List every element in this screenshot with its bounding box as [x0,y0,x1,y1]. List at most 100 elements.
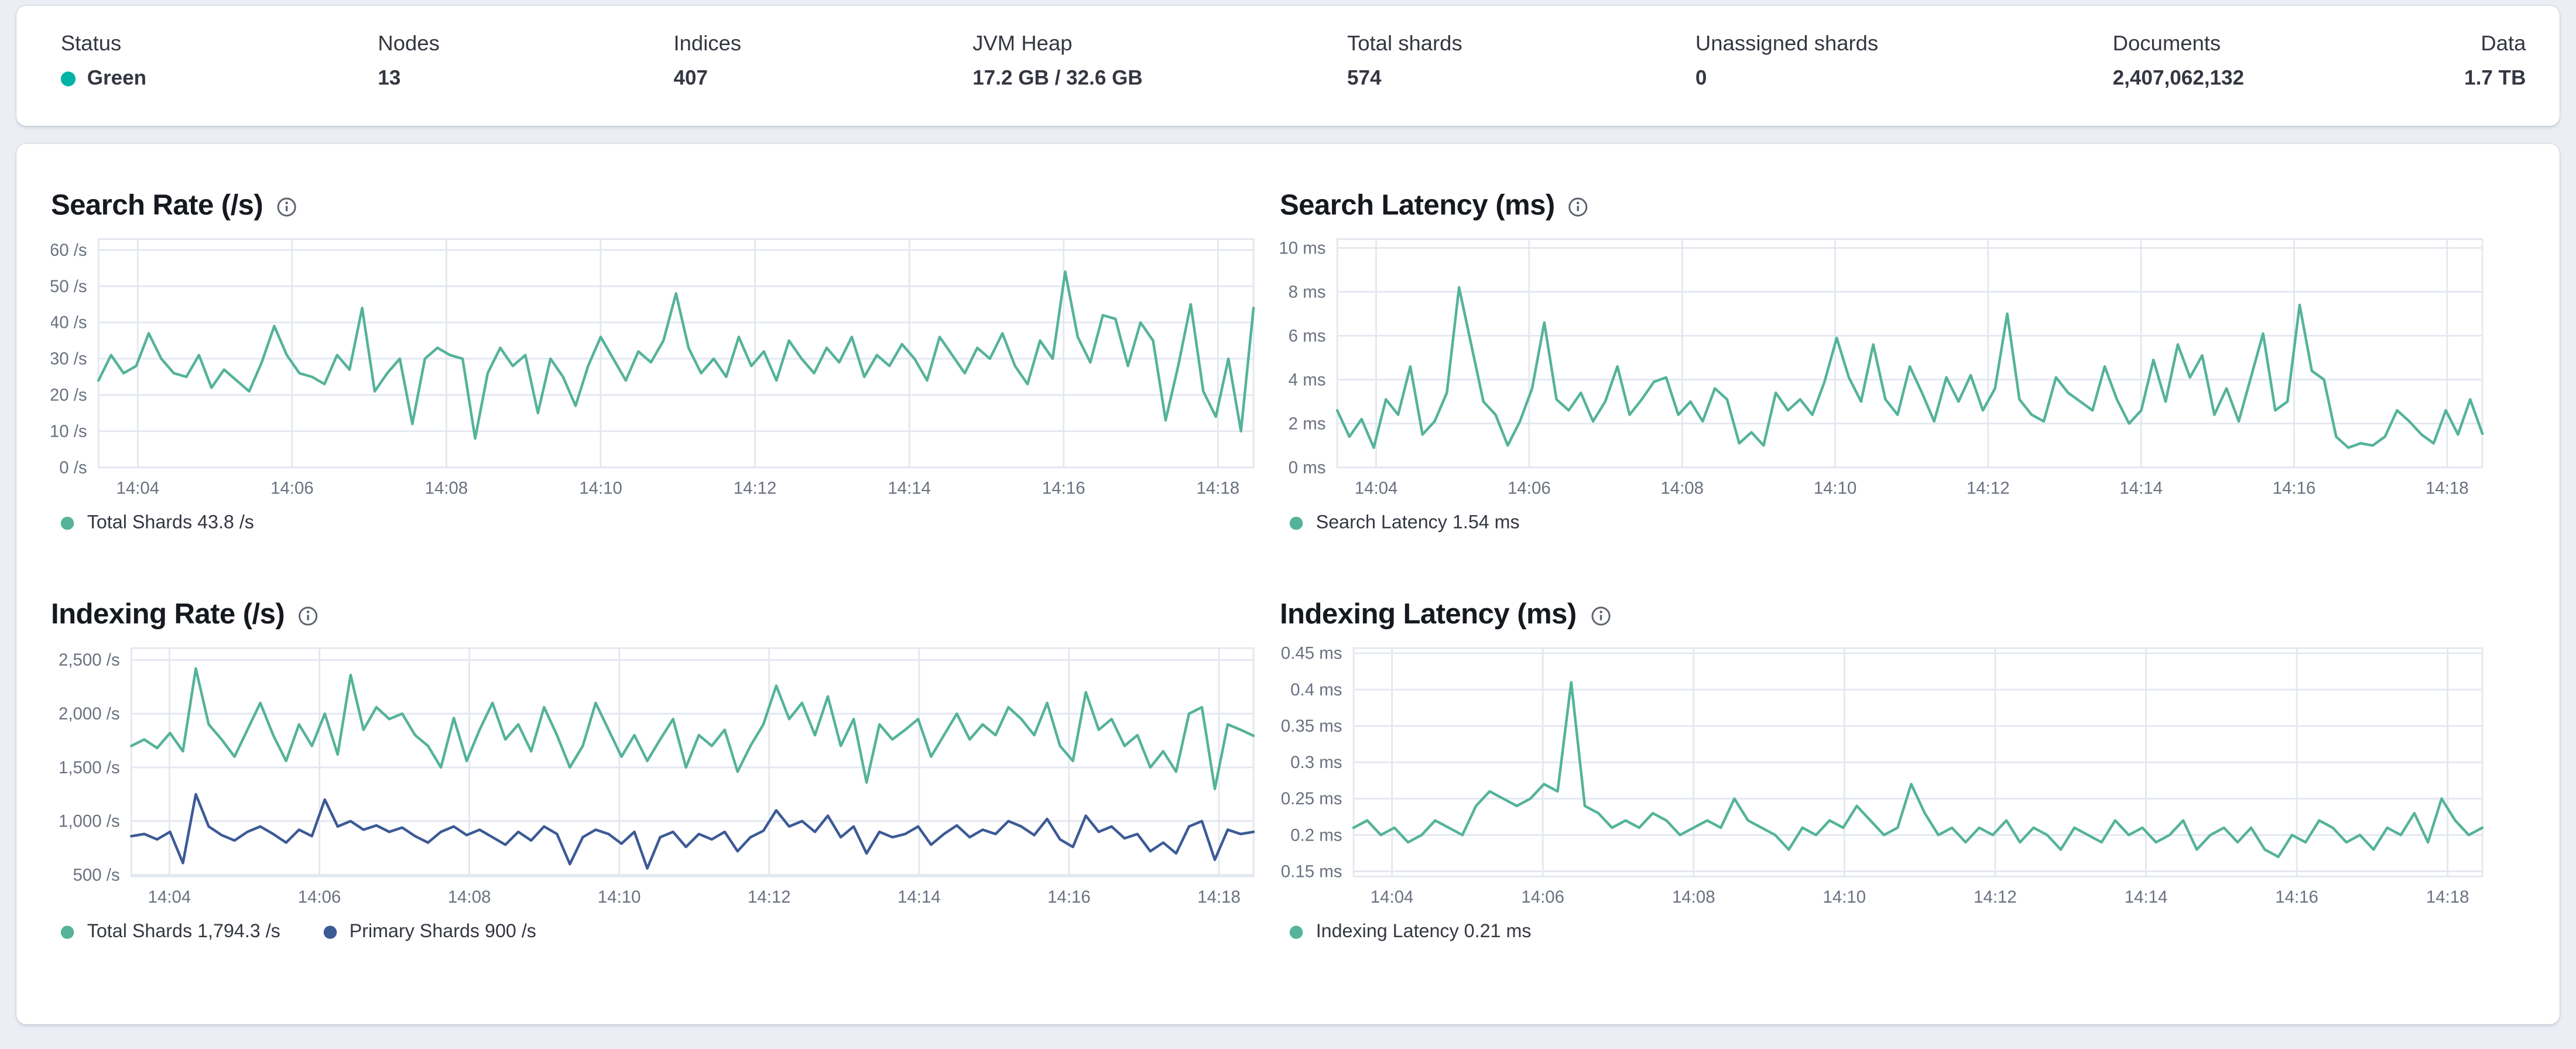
info-icon[interactable] [1568,196,1589,217]
svg-text:14:04: 14:04 [148,887,191,907]
svg-text:14:18: 14:18 [1197,478,1240,498]
metric-value: 2,407,062,132 [2112,66,2245,90]
svg-text:60 /s: 60 /s [51,241,87,260]
legend-dot [1289,516,1303,530]
metric-data: Data 1.7 TB [2464,30,2526,126]
svg-text:14:16: 14:16 [2275,887,2318,907]
svg-text:14:04: 14:04 [1355,478,1398,498]
info-icon[interactable] [1590,605,1611,626]
svg-text:14:06: 14:06 [298,887,341,907]
legend-label: Total Shards 43.8 /s [87,513,254,533]
metric-value: 407 [673,66,708,90]
metric-label: Total shards [1347,30,1462,56]
svg-text:30 /s: 30 /s [51,349,87,369]
metric-value: 574 [1347,66,1382,90]
indexing-latency-plot[interactable]: 0.45 ms 0.4 ms 0.35 ms 0.3 ms 0.25 ms 0.2 ms 0… [1280,640,2489,916]
search-rate-plot[interactable]: 60 /s 50 /s 40 /s 30 /s 20 /s 10 /s 0 /s 14:04 1… [51,231,1260,506]
svg-text:14:08: 14:08 [1660,478,1704,498]
svg-text:14:10: 14:10 [579,478,622,498]
metric-value: 1.7 TB [2464,66,2526,90]
svg-text:0.35 ms: 0.35 ms [1281,717,1342,736]
svg-text:14:14: 14:14 [888,478,931,498]
svg-text:1,000 /s: 1,000 /s [59,812,120,831]
svg-text:14:16: 14:16 [1042,478,1085,498]
health-status-dot [60,70,76,86]
legend-dot [60,925,74,939]
svg-text:1,500 /s: 1,500 /s [59,758,120,777]
chart-title: Search Rate (/s) [50,187,263,221]
metric-label: Documents [2112,30,2221,56]
svg-text:14:08: 14:08 [1672,887,1715,907]
legend-dot [60,516,74,530]
svg-text:14:18: 14:18 [2426,478,2469,498]
svg-text:14:16: 14:16 [2273,478,2316,498]
svg-text:14:14: 14:14 [2125,887,2168,907]
svg-text:50 /s: 50 /s [51,277,87,296]
svg-text:8 ms: 8 ms [1289,282,1326,301]
metric-label: JVM Heap [972,30,1073,56]
svg-text:500 /s: 500 /s [73,865,120,885]
search-latency-chart: Search Latency (ms) 10 ms 8 ms 6 ms 4 ms 2 m… [1280,187,2489,537]
chart-legend: Indexing Latency 0.21 ms [1280,919,2489,945]
metric-indices: Indices 407 [674,30,973,126]
svg-text:14:10: 14:10 [1814,478,1857,498]
metric-jvm-heap: JVM Heap 17.2 GB / 32.6 GB [972,30,1347,126]
svg-text:14:18: 14:18 [2426,887,2469,907]
metric-value: Green [87,66,147,90]
legend-dot [1289,925,1303,939]
svg-text:14:12: 14:12 [734,478,777,498]
legend-item-indexing-latency[interactable]: Indexing Latency 0.21 ms [1289,922,1532,942]
legend-label: Primary Shards 900 /s [349,922,536,942]
legend-label: Indexing Latency 0.21 ms [1316,922,1532,942]
svg-text:14:16: 14:16 [1047,887,1091,907]
svg-text:14:06: 14:06 [1521,887,1564,907]
search-latency-plot[interactable]: 10 ms 8 ms 6 ms 4 ms 2 ms 0 ms 14:04 14:06 14:08… [1280,231,2489,506]
svg-text:20 /s: 20 /s [51,385,87,404]
chart-legend: Search Latency 1.54 ms [1280,510,2489,536]
indexing-rate-chart: Indexing Rate (/s) 2,500 /s 2,000 /s 1,500… [51,595,1260,945]
indexing-rate-plot[interactable]: 2,500 /s 2,000 /s 1,500 /s 1,000 /s 500 /s 14… [51,640,1260,916]
metric-value: 17.2 GB / 32.6 GB [972,66,1143,90]
metric-documents: Documents 2,407,062,132 [2113,30,2465,126]
legend-item-search-latency[interactable]: Search Latency 1.54 ms [1289,513,1520,533]
metric-value: 0 [1695,66,1707,90]
metric-value: 13 [378,66,401,90]
svg-text:4 ms: 4 ms [1289,370,1326,389]
chart-legend: Total Shards 1,794.3 /s Primary Shards 9… [51,919,1260,945]
svg-text:14:08: 14:08 [425,478,468,498]
chart-header: Indexing Latency (ms) [1280,595,2489,632]
svg-text:0.3 ms: 0.3 ms [1290,753,1342,772]
svg-text:40 /s: 40 /s [51,313,87,332]
svg-text:0.2 ms: 0.2 ms [1290,825,1342,845]
legend-item-primary-shards[interactable]: Primary Shards 900 /s [323,923,536,942]
svg-text:6 ms: 6 ms [1289,326,1326,345]
svg-text:0.45 ms: 0.45 ms [1281,644,1342,663]
chart-legend: Total Shards 43.8 /s [51,510,1260,536]
monitoring-overview-page: Status Green Nodes 13 Indices 407 JVM He… [0,6,2576,1049]
info-icon[interactable] [276,196,297,217]
svg-text:0 /s: 0 /s [59,458,87,477]
legend-label: Search Latency 1.54 ms [1316,513,1520,533]
legend-item-total-shards[interactable]: Total Shards 1,794.3 /s [60,923,280,942]
svg-text:14:14: 14:14 [898,887,941,907]
svg-text:10 ms: 10 ms [1280,238,1325,258]
metric-label: Unassigned shards [1695,30,1879,56]
svg-text:14:10: 14:10 [598,887,641,907]
svg-text:2 ms: 2 ms [1289,414,1326,433]
chart-header: Search Rate (/s) [51,187,1260,223]
svg-text:10 /s: 10 /s [51,421,87,441]
metric-total-shards: Total shards 574 [1347,30,1695,126]
legend-dot [323,925,337,939]
svg-text:14:12: 14:12 [748,887,791,907]
search-rate-chart: Search Rate (/s) 60 /s 50 /s 40 /s 30 /s 20 … [51,187,1260,537]
svg-text:14:18: 14:18 [1197,887,1241,907]
svg-text:14:12: 14:12 [1967,478,2010,498]
svg-text:14:06: 14:06 [1508,478,1551,498]
metric-unassigned-shards: Unassigned shards 0 [1695,30,2113,126]
legend-item-total-shards[interactable]: Total Shards 43.8 /s [60,513,254,533]
metric-label: Data [2481,30,2526,56]
charts-panel: Search Rate (/s) 60 /s 50 /s 40 /s 30 /s 20 … [16,143,2560,1024]
info-icon[interactable] [298,605,319,626]
metric-nodes: Nodes 13 [378,30,673,126]
indexing-latency-chart: Indexing Latency (ms) 0.45 ms 0.4 ms 0.35 … [1280,595,2489,945]
